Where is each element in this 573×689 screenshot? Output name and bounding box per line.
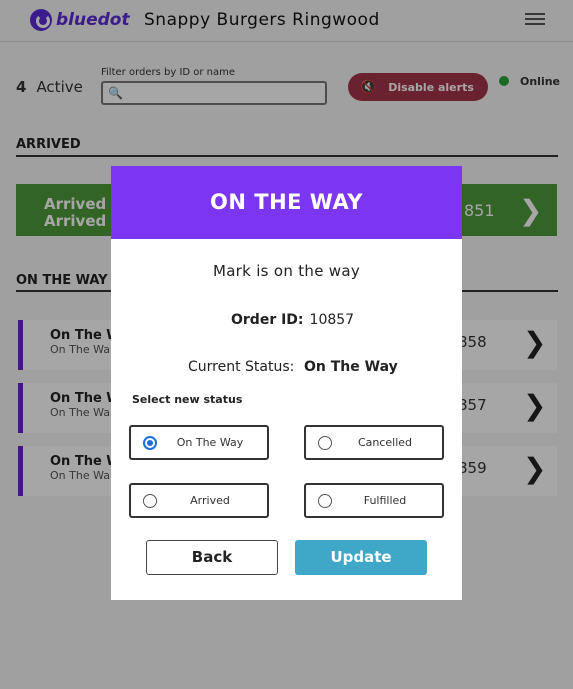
option-label: Fulfilled [363, 494, 407, 507]
customer-line: Mark is on the way [212, 262, 361, 280]
modal-title: ON THE WAY [111, 166, 462, 239]
order-id-label: Order ID: [231, 312, 304, 328]
option-label: Arrived [190, 494, 230, 507]
radio-unselected[interactable] [318, 494, 332, 508]
status-modal: ON THE WAY Mark is on the way Order ID: 1… [111, 166, 462, 600]
current-status-value: On The Way [304, 359, 398, 375]
back-button[interactable]: Back [146, 540, 278, 575]
current-status-label: Current Status: [188, 359, 295, 375]
select-status-label: Select new status [132, 393, 243, 406]
status-option-fulfilled[interactable]: Fulfilled [304, 483, 444, 518]
status-option-on-the-way[interactable]: On The Way [129, 425, 269, 460]
radio-unselected[interactable] [143, 494, 157, 508]
status-option-cancelled[interactable]: Cancelled [304, 425, 444, 460]
order-id-value: 10857 [309, 312, 355, 328]
update-button[interactable]: Update [295, 540, 427, 575]
option-label: Cancelled [357, 436, 413, 449]
radio-unselected[interactable] [318, 436, 332, 450]
order-id-row: Order ID: 10857 [231, 312, 354, 328]
radio-selected[interactable] [143, 436, 157, 450]
option-label: On The Way [176, 436, 244, 449]
current-status-row: Current Status: On The Way [188, 359, 398, 375]
status-option-arrived[interactable]: Arrived [129, 483, 269, 518]
